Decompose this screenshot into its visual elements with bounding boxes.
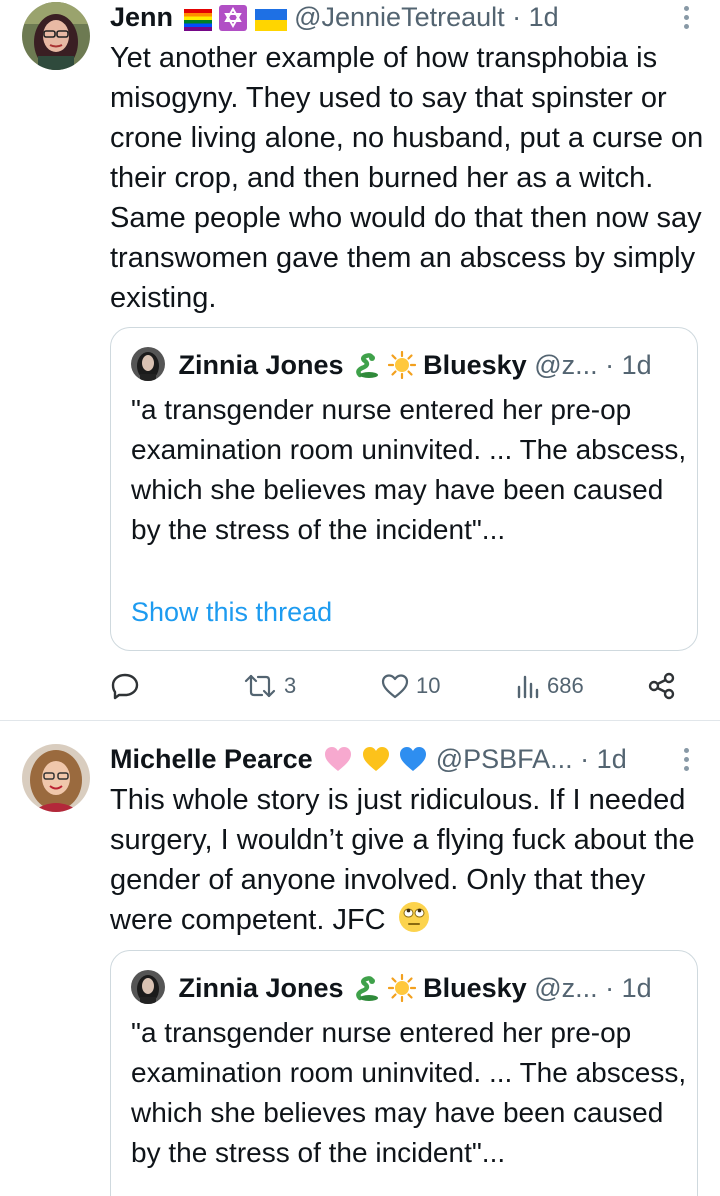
avatar[interactable]	[22, 2, 90, 70]
share-button[interactable]	[647, 668, 677, 704]
views-button[interactable]: 686	[515, 668, 584, 704]
quoted-tweet[interactable]: Zinnia Jones Bluesky @z... · 1d "a trans…	[110, 327, 698, 651]
view-count: 686	[547, 673, 584, 698]
more-options-icon[interactable]	[682, 748, 690, 774]
blue-heart-icon	[398, 745, 428, 776]
author-handle[interactable]: @JennieTetreault	[294, 2, 505, 32]
quoted-avatar	[131, 970, 165, 1004]
separator-dot: ·	[605, 973, 615, 1003]
quoted-timestamp: 1d	[621, 973, 652, 1003]
quoted-author-name: Zinnia Jones	[178, 350, 344, 380]
quoted-timestamp: 1d	[621, 350, 652, 380]
yellow-heart-icon	[361, 745, 391, 776]
author-name[interactable]: Michelle Pearce	[110, 744, 313, 774]
quoted-avatar	[131, 347, 165, 381]
star-of-david-flag-icon	[219, 5, 248, 34]
snake-emoji-icon	[354, 351, 380, 389]
heart-icon	[381, 674, 409, 699]
tweet[interactable]: Michelle Pearce @PSBFA... · 1d This whol…	[0, 722, 720, 1196]
timestamp[interactable]: 1d	[529, 2, 559, 32]
tweet-text: This whole story is just ridiculous. If …	[110, 780, 710, 944]
quoted-tweet-text: "a transgender nurse entered her pre-op …	[131, 394, 687, 545]
eye-roll-emoji-icon	[398, 901, 430, 944]
reply-icon	[111, 673, 139, 700]
avatar[interactable]	[22, 744, 90, 812]
retweet-icon	[244, 674, 276, 698]
quoted-author-name-suffix: Bluesky	[423, 973, 527, 1003]
rainbow-flag-icon	[183, 5, 212, 34]
author-handle[interactable]: @PSBFA...	[436, 744, 573, 774]
tweet-header: Michelle Pearce @PSBFA... · 1d	[110, 742, 680, 776]
ukraine-flag-icon	[254, 5, 287, 34]
author-name[interactable]: Jenn	[110, 2, 173, 32]
sun-emoji-icon	[387, 350, 416, 389]
retweet-button[interactable]: 3	[242, 668, 296, 704]
quoted-tweet-header: Zinnia Jones Bluesky @z... · 1d	[131, 346, 683, 384]
tweet-text: Yet another example of how transphobia i…	[110, 42, 704, 314]
share-icon	[648, 672, 675, 700]
quoted-author-handle: @z...	[534, 973, 598, 1003]
separator-dot: ·	[580, 744, 590, 774]
retweet-count: 3	[284, 673, 297, 698]
quoted-author-name: Zinnia Jones	[178, 973, 344, 1003]
sun-emoji-icon	[387, 973, 416, 1012]
like-button[interactable]: 10	[380, 668, 440, 704]
separator-dot: ·	[605, 350, 615, 380]
quoted-author-name-suffix: Bluesky	[423, 350, 527, 380]
more-options-icon[interactable]	[682, 6, 690, 32]
tweet-header: Jenn @JennieTetreault · 1d	[110, 0, 680, 34]
views-icon	[517, 675, 539, 699]
show-thread-link[interactable]: Show this thread	[131, 594, 332, 630]
timestamp[interactable]: 1d	[597, 744, 627, 774]
quoted-tweet[interactable]: Zinnia Jones Bluesky @z... · 1d "a trans…	[110, 950, 698, 1196]
like-count: 10	[416, 673, 441, 698]
tweet[interactable]: Jenn @JennieTetreault · 1d Yet another e…	[0, 0, 720, 721]
reply-button[interactable]	[110, 668, 140, 704]
separator-dot: ·	[512, 2, 522, 32]
quoted-tweet-header: Zinnia Jones Bluesky @z... · 1d	[131, 969, 683, 1007]
pink-heart-icon	[323, 745, 353, 776]
quoted-author-handle: @z...	[534, 350, 598, 380]
tweet-actions: 3 10 686	[110, 668, 685, 704]
quoted-tweet-text: "a transgender nurse entered her pre-op …	[131, 1017, 687, 1168]
snake-emoji-icon	[354, 974, 380, 1012]
